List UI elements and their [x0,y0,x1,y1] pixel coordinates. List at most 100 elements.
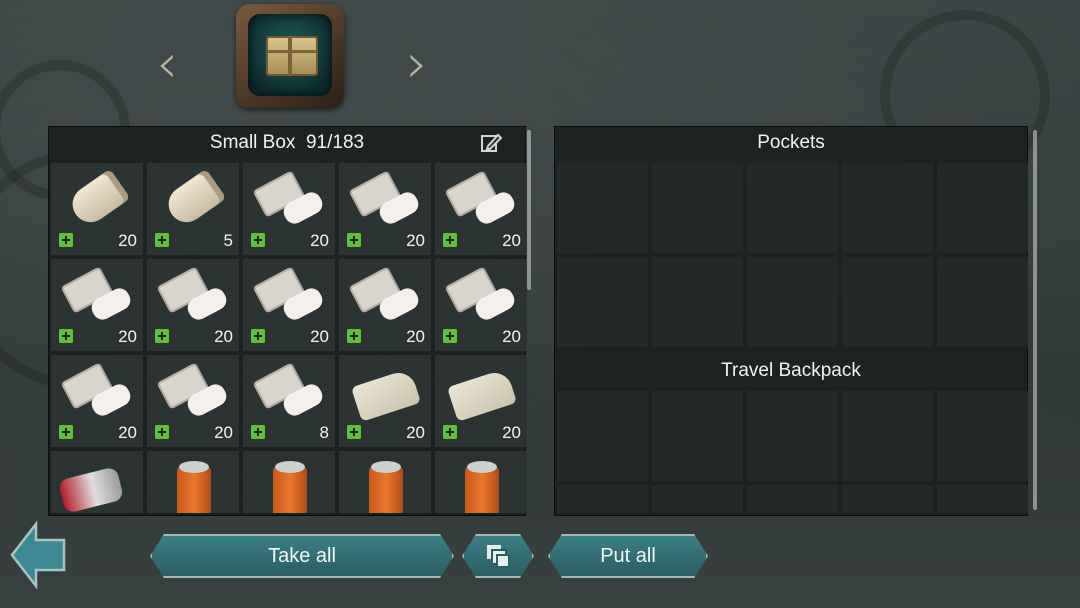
inventory-panel: Pockets Travel Backpack [554,126,1028,516]
put-all-label: Put all [600,545,656,567]
pocket-slot[interactable] [937,257,1028,347]
backpack-title-text: Travel Backpack [721,360,861,381]
previous-container-button[interactable]: ‹ [152,37,182,91]
inventory-slot[interactable]: 20 [51,355,143,447]
item-count: 20 [406,231,425,250]
item-count: 20 [214,423,233,442]
backpack-slot[interactable] [557,485,648,513]
cloth-rag-icon [446,368,518,422]
item-count: 20 [502,231,521,250]
pocket-slot[interactable] [842,257,933,347]
medical-cross-icon [251,233,265,247]
pockets-grid [557,163,1028,347]
item-count: 20 [502,423,521,442]
backpack-slot[interactable] [652,391,743,481]
back-arrow-icon[interactable] [10,520,66,590]
medical-cross-icon [155,233,169,247]
inventory-slot[interactable] [435,451,527,513]
container-title-text: Small Box 91/183 [209,132,365,153]
inventory-slot[interactable]: 20 [339,163,431,255]
medical-cross-icon [347,425,361,439]
pocket-slot[interactable] [747,257,838,347]
inventory-slot[interactable]: 20 [51,259,143,351]
medical-cross-icon [59,233,73,247]
item-count: 20 [310,231,329,250]
chevron-left-icon: ‹ [156,32,178,95]
inventory-slot[interactable]: 20 [51,163,143,255]
backpack-title: Travel Backpack [555,355,1027,387]
stack-button[interactable] [462,534,534,578]
pencil-icon[interactable] [479,131,503,155]
pocket-slot[interactable] [652,257,743,347]
radiation-canister-icon [369,461,403,513]
put-all-button[interactable]: Put all [548,534,708,578]
bandage-roll-icon [161,168,227,230]
item-count: 20 [310,327,329,346]
backpack-slot[interactable] [747,391,838,481]
medical-cross-icon [347,233,361,247]
inventory-slot[interactable]: 20 [243,259,335,351]
container-item-grid: 20 5 20 20 20 20 20 20 20 20 20 20 8 20 20 [51,163,527,513]
inventory-slot[interactable]: 20 [243,163,335,255]
item-count: 20 [118,231,137,250]
pockets-title: Pockets [555,127,1027,159]
inventory-slot[interactable]: 20 [339,355,431,447]
pocket-slot[interactable] [842,163,933,253]
container-title: Small Box 91/183 [49,127,525,159]
backpack-slot[interactable] [937,391,1028,481]
inventory-slot[interactable]: 20 [435,355,527,447]
backpack-slot[interactable] [747,485,838,513]
chevron-right-icon: › [406,32,428,95]
backpack-slot[interactable] [937,485,1028,513]
inventory-slot[interactable]: 20 [147,355,239,447]
item-count: 20 [118,423,137,442]
take-all-button[interactable]: Take all [150,534,454,578]
medical-cross-icon [155,425,169,439]
medical-cross-icon [251,329,265,343]
pockets-title-text: Pockets [757,132,825,153]
pocket-slot[interactable] [557,257,648,347]
item-count: 20 [214,327,233,346]
backpack-slot[interactable] [842,391,933,481]
radiation-canister-icon [465,461,499,513]
item-count: 20 [118,327,137,346]
next-container-button[interactable]: › [402,37,432,91]
backpack-slot[interactable] [842,485,933,513]
inventory-slot[interactable] [243,451,335,513]
medical-cross-icon [251,425,265,439]
cloth-rag-icon [350,368,422,422]
backpack-slot[interactable] [652,485,743,513]
backpack-grid [557,391,1028,513]
inventory-slot[interactable]: 20 [435,163,527,255]
backpack-slot[interactable] [557,391,648,481]
pocket-slot[interactable] [652,163,743,253]
medical-cross-icon [347,329,361,343]
inventory-slot[interactable]: 20 [147,259,239,351]
radiation-canister-icon [177,461,211,513]
container-panel: Small Box 91/183 20 5 20 20 20 20 20 20 20 20 20 20… [48,126,527,516]
inventory-scrollbar[interactable] [1033,130,1037,510]
pocket-slot[interactable] [747,163,838,253]
inventory-slot[interactable] [339,451,431,513]
item-count: 8 [319,423,329,442]
medical-cross-icon [443,329,457,343]
item-count: 20 [502,327,521,346]
medical-cross-icon [155,329,169,343]
first-aid-kit-icon [57,466,125,513]
inventory-slot[interactable] [147,451,239,513]
medical-cross-icon [59,329,73,343]
item-count: 20 [406,327,425,346]
medical-cross-icon [59,425,73,439]
take-all-label: Take all [268,545,336,567]
stack-icon [484,542,512,570]
inventory-slot[interactable]: 20 [339,259,431,351]
inventory-slot[interactable]: 5 [147,163,239,255]
inventory-slot[interactable]: 8 [243,355,335,447]
pocket-slot[interactable] [557,163,648,253]
inventory-slot[interactable]: 20 [435,259,527,351]
pocket-slot[interactable] [937,163,1028,253]
inventory-slot[interactable] [51,451,143,513]
container-scrollbar[interactable] [527,130,531,290]
medical-cross-icon [443,233,457,247]
item-count: 5 [223,231,233,250]
